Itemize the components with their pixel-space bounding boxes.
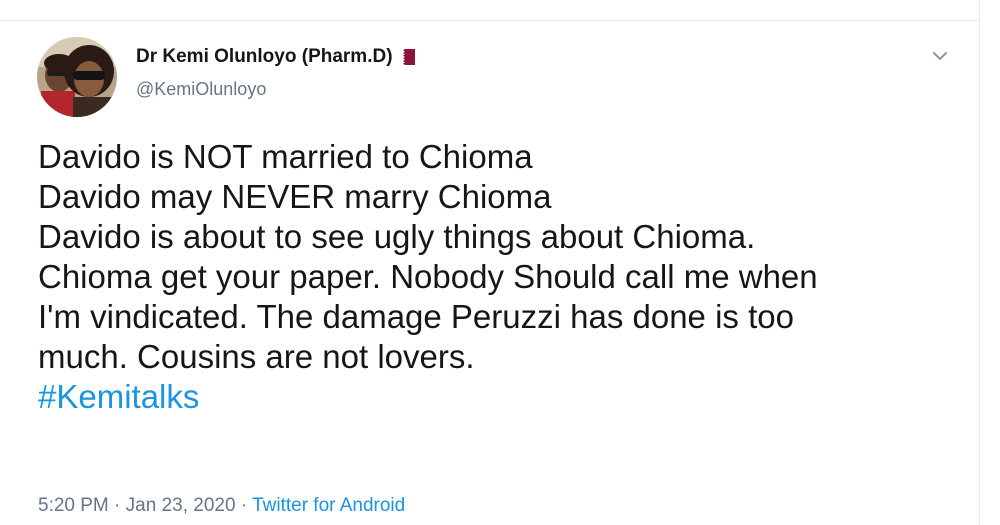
right-border — [979, 0, 980, 525]
hashtag-link[interactable]: #Kemitalks — [38, 377, 968, 417]
tweet-meta: 5:20 PM · Jan 23, 2020 · Twitter for And… — [38, 495, 405, 517]
chevron-down-icon[interactable] — [928, 49, 952, 65]
avatar-photo — [37, 37, 117, 117]
author-row: Dr Kemi Olunloyo (Pharm.D) — [136, 46, 415, 68]
user-handle[interactable]: @KemiOlunloyo — [136, 79, 266, 100]
qatar-flag-icon — [400, 49, 415, 65]
tweet-line: Davido is about to see ugly things about… — [38, 218, 756, 255]
meta-separator: · — [108, 495, 126, 516]
display-name[interactable]: Dr Kemi Olunloyo (Pharm.D) — [136, 46, 393, 68]
tweet-line: I'm vindicated. The damage Peruzzi has d… — [38, 298, 794, 335]
avatar[interactable] — [37, 37, 117, 117]
tweet-line: Chioma get your paper. Nobody Should cal… — [38, 258, 818, 295]
tweet-line: Davido may NEVER marry Chioma — [38, 178, 552, 215]
tweet-line: much. Cousins are not lovers. — [38, 338, 475, 375]
tweet-text: Davido is NOT married to Chioma Davido m… — [38, 137, 968, 417]
meta-separator: · — [235, 495, 253, 516]
source-link[interactable]: Twitter for Android — [252, 495, 405, 516]
tweet-date[interactable]: Jan 23, 2020 — [126, 495, 236, 516]
tweet-time[interactable]: 5:20 PM — [38, 495, 109, 516]
tweet-line: Davido is NOT married to Chioma — [38, 138, 533, 175]
tweet-card: Dr Kemi Olunloyo (Pharm.D) @KemiOlunloyo… — [0, 21, 979, 525]
